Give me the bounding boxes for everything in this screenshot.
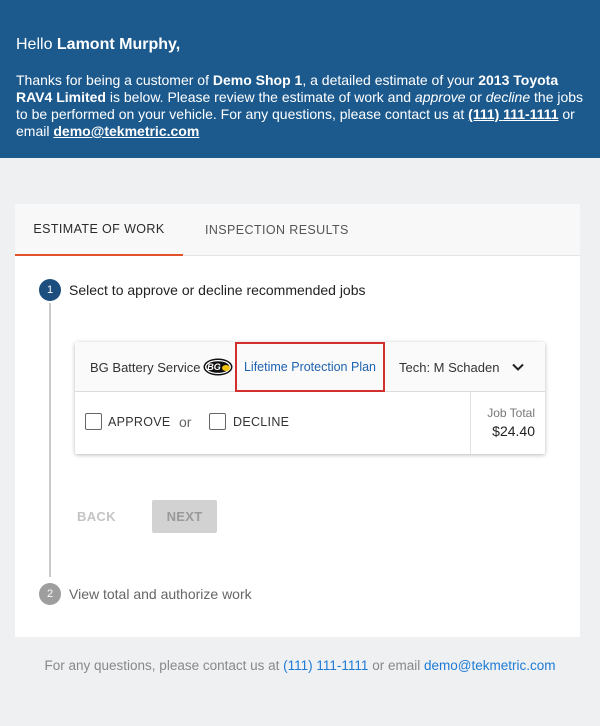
header-email-link[interactable]: demo@tekmetric.com bbox=[53, 123, 199, 139]
bg-logo-text: BG bbox=[207, 362, 221, 372]
total-divider bbox=[470, 392, 471, 454]
intro-text: Thanks for being a customer of Demo Shop… bbox=[16, 72, 584, 139]
greeting: Hello Lamont Murphy, bbox=[16, 36, 181, 53]
job-name: BG Battery Service bbox=[90, 360, 201, 375]
chevron-down-icon[interactable] bbox=[511, 360, 525, 374]
approve-label[interactable]: APPROVE bbox=[108, 415, 171, 429]
next-button[interactable]: NEXT bbox=[152, 500, 217, 533]
header-phone-link[interactable]: (111) 111-1111 bbox=[468, 106, 558, 122]
job-body: APPROVE or DECLINE Job Total $24.40 bbox=[75, 392, 545, 454]
tab-estimate-of-work[interactable]: ESTIMATE OF WORK bbox=[15, 204, 183, 256]
step-1-label: Select to approve or decline recommended… bbox=[69, 282, 366, 298]
bg-logo-icon: BG bbox=[203, 358, 233, 376]
tab-inspection-results[interactable]: INSPECTION RESULTS bbox=[205, 204, 349, 256]
footer-phone-link[interactable]: (111) 111-1111 bbox=[283, 658, 368, 673]
tab-bar: ESTIMATE OF WORK INSPECTION RESULTS bbox=[15, 204, 580, 256]
job-header[interactable]: BG Battery Service BG Lifetime Protectio… bbox=[75, 342, 545, 392]
estimate-card: ESTIMATE OF WORK INSPECTION RESULTS 1 Se… bbox=[15, 204, 580, 637]
tech-name: Tech: M Schaden bbox=[399, 360, 500, 375]
step-2-label: View total and authorize work bbox=[69, 586, 252, 602]
stepper-line bbox=[49, 303, 51, 577]
decline-label[interactable]: DECLINE bbox=[233, 415, 289, 429]
job-card: BG Battery Service BG Lifetime Protectio… bbox=[75, 342, 545, 454]
lifetime-protection-plan-link[interactable]: Lifetime Protection Plan bbox=[235, 342, 385, 392]
step-2-indicator: 2 bbox=[39, 583, 61, 605]
approve-checkbox[interactable] bbox=[85, 413, 102, 430]
job-total-value: $24.40 bbox=[492, 423, 535, 439]
or-text: or bbox=[179, 414, 192, 430]
step-1-indicator: 1 bbox=[39, 279, 61, 301]
customer-name: Lamont Murphy, bbox=[56, 36, 181, 53]
shop-name: Demo Shop 1 bbox=[212, 72, 303, 88]
footer-contact: For any questions, please contact us at … bbox=[44, 658, 556, 673]
decline-checkbox[interactable] bbox=[209, 413, 226, 430]
job-total-label: Job Total bbox=[487, 406, 535, 420]
back-button[interactable]: BACK bbox=[77, 509, 116, 524]
footer-email-link[interactable]: demo@tekmetric.com bbox=[424, 658, 556, 673]
header-banner: Hello Lamont Murphy, Thanks for being a … bbox=[0, 0, 600, 158]
